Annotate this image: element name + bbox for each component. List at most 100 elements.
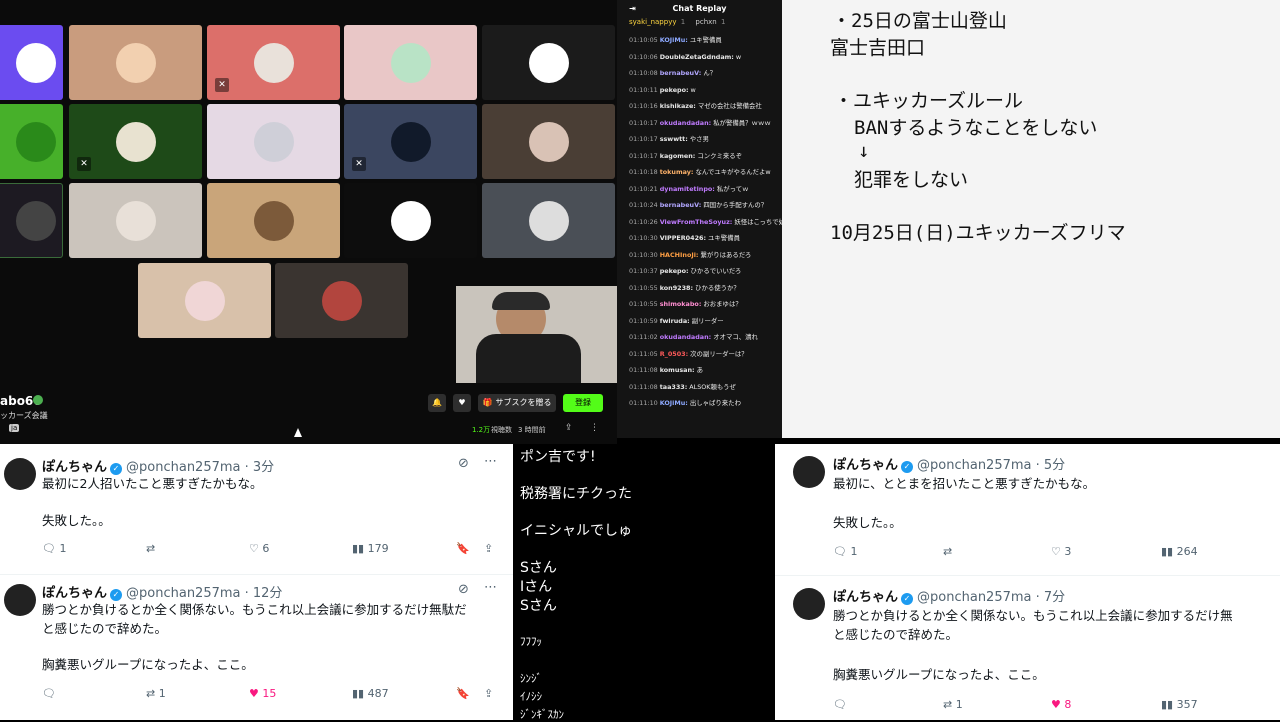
views-button[interactable]: ▮▮ 179 (352, 542, 389, 555)
chat-username[interactable]: tokumay: (660, 168, 694, 176)
retweet-icon: ⇄ (943, 545, 953, 558)
gift-subscription-button[interactable]: 🎁 サブスクを贈る (478, 394, 556, 412)
chat-message: 01:10:30 HACHInoJi: 繋がりはあるだろ (617, 251, 782, 259)
views-button[interactable]: ▮▮ 264 (1161, 545, 1198, 558)
chat-username[interactable]: DoubleZetaGdndam: (660, 53, 734, 61)
collapse-icon[interactable]: ⇥ (629, 0, 636, 18)
subscribe-button[interactable]: 登録 (563, 394, 603, 412)
participant-tile[interactable]: ✕ (69, 104, 202, 179)
participant-tile[interactable] (344, 183, 477, 258)
more-icon[interactable]: ⋮ (590, 423, 599, 433)
whiteboard: ・25日の富士山登山 富士吉田口 ・ユキッカーズルール BANするようなことをし… (782, 0, 1280, 438)
time-ago: 3 時間前 (518, 426, 546, 434)
chat-username[interactable]: HACHInoJi: (660, 251, 699, 259)
bell-icon[interactable]: 🔔 (428, 394, 446, 412)
chat-timestamp: 01:10:17 (629, 135, 658, 143)
chat-username[interactable]: bernabeuV: (660, 201, 702, 209)
chat-tab[interactable]: syaki_nappyy (629, 18, 676, 26)
chat-timestamp: 01:10:16 (629, 102, 658, 110)
more-icon[interactable]: ⋯ (484, 454, 497, 469)
chat-username[interactable]: komusan: (660, 366, 695, 374)
grok-icon[interactable]: ⊘ (458, 582, 469, 597)
views-button[interactable]: ▮▮ 487 (352, 687, 389, 700)
board-line: 10月25日(日)ユキッカーズフリマ (830, 222, 1126, 244)
heart-icon: ♥ (249, 687, 259, 700)
share-icon[interactable]: ⇪ (484, 542, 493, 555)
chat-username[interactable]: fwiruda: (660, 317, 690, 325)
display-name[interactable]: ぽんちゃん (42, 586, 107, 601)
display-name[interactable]: ぽんちゃん (833, 590, 898, 605)
chat-message-list[interactable]: 01:10:05 KOJiMu: ユキ警備員 01:10:06 DoubleZetaGd… (617, 30, 782, 407)
chat-username[interactable]: R_0503: (660, 350, 688, 358)
chat-timestamp: 01:10:06 (629, 52, 658, 61)
retweet-button[interactable]: ⇄ (943, 545, 952, 558)
retweet-button[interactable]: ⇄ 1 (146, 687, 166, 700)
avatar[interactable] (793, 588, 825, 620)
heart-icon[interactable]: ♥ (453, 394, 471, 412)
participant-tile[interactable] (0, 104, 63, 179)
verified-icon (33, 395, 43, 405)
reply-button[interactable]: 🗨 (42, 687, 56, 700)
chat-username[interactable]: kagomen: (660, 152, 696, 160)
avatar[interactable] (793, 456, 825, 488)
divider (775, 575, 1280, 576)
chat-username[interactable]: taa333: (660, 383, 688, 391)
participant-tile[interactable] (0, 25, 63, 100)
reply-button[interactable]: 🗨 1 (833, 545, 857, 558)
reply-icon: 🗨 (42, 687, 56, 700)
board-line: BANするようなことをしない (854, 117, 1098, 139)
participant-tile[interactable]: ✕ (207, 25, 340, 100)
avatar[interactable] (4, 458, 36, 490)
like-button[interactable]: ♥ 15 (249, 687, 276, 700)
display-name[interactable]: ぽんちゃん (833, 458, 898, 473)
chat-username[interactable]: KOJiMu: (660, 399, 688, 407)
chat-username[interactable]: kishikaze: (660, 102, 696, 110)
participant-tile[interactable] (138, 263, 271, 338)
share-icon[interactable]: ⇪ (484, 687, 493, 700)
participant-tile[interactable] (482, 25, 615, 100)
display-name[interactable]: ぽんちゃん (42, 460, 107, 475)
views-button[interactable]: ▮▮ 357 (1161, 698, 1198, 711)
chat-timestamp: 01:10:30 (629, 234, 658, 242)
divider (0, 574, 513, 575)
chat-username[interactable]: kon9238: (660, 284, 693, 292)
like-button[interactable]: ♡ 3 (1051, 545, 1071, 558)
retweet-button[interactable]: ⇄ (146, 542, 155, 555)
participant-tile[interactable] (344, 25, 477, 100)
chat-username[interactable]: pekepo: (660, 86, 689, 94)
reply-button[interactable]: 🗨 (833, 698, 847, 711)
participant-tile[interactable] (69, 183, 202, 258)
verified-icon: ✓ (901, 461, 914, 473)
chat-username[interactable]: dynamitetinpo: (660, 185, 715, 193)
more-icon[interactable]: ⋯ (484, 580, 497, 595)
participant-tile[interactable] (207, 183, 340, 258)
like-button[interactable]: ♡ 6 (249, 542, 269, 555)
participant-tile[interactable] (482, 104, 615, 179)
share-icon[interactable]: ⇪ (565, 423, 573, 433)
participant-tile[interactable] (275, 263, 408, 338)
chat-username[interactable]: okudandadan: (660, 333, 712, 341)
chat-username[interactable]: pekepo: (660, 267, 689, 275)
grok-icon[interactable]: ⊘ (458, 456, 469, 471)
chat-username[interactable]: okudandadan: (660, 119, 712, 127)
like-button[interactable]: ♥ 8 (1051, 698, 1071, 711)
chat-username[interactable]: KOJiMu: (660, 36, 688, 44)
participant-tile[interactable] (69, 25, 202, 100)
chat-username[interactable]: sswwtt: (660, 135, 688, 143)
chat-username[interactable]: bernabeuV: (660, 69, 702, 77)
chat-username[interactable]: VIPPER0426: (660, 234, 706, 242)
chat-timestamp: 01:10:17 (629, 118, 658, 127)
chat-username[interactable]: shimokabo: (660, 300, 702, 308)
avatar[interactable] (4, 584, 36, 616)
participant-tile[interactable] (207, 104, 340, 179)
chat-timestamp: 01:10:21 (629, 184, 658, 193)
reply-button[interactable]: 🗨 1 (42, 542, 66, 555)
participant-tile[interactable] (0, 183, 63, 258)
bookmark-icon[interactable]: 🔖 (456, 687, 470, 700)
chat-tab[interactable]: pchxn (695, 18, 716, 26)
participant-tile[interactable]: ✕ (344, 104, 477, 179)
chat-username[interactable]: ViewFromTheSoyuz: (660, 218, 733, 226)
bookmark-icon[interactable]: 🔖 (456, 542, 470, 555)
participant-tile[interactable] (482, 183, 615, 258)
retweet-button[interactable]: ⇄ 1 (943, 698, 963, 711)
